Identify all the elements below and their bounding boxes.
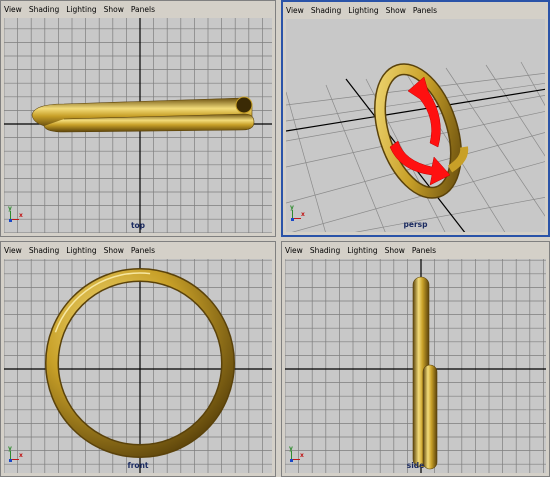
viewport-canvas[interactable]: y x persp: [286, 19, 545, 232]
menu-show[interactable]: Show: [104, 246, 124, 255]
axis-y-label: y: [290, 204, 294, 211]
axis-x-label: x: [301, 211, 305, 218]
axis-y-label: y: [289, 445, 293, 452]
menu-lighting[interactable]: Lighting: [348, 6, 378, 15]
menu-shading[interactable]: Shading: [29, 246, 59, 255]
axis-x-label: x: [19, 452, 23, 459]
scene-front: [4, 259, 272, 473]
viewport-canvas[interactable]: y x side: [285, 259, 546, 473]
axis-y-label: y: [8, 205, 12, 212]
torus-object: [412, 276, 438, 470]
menu-view[interactable]: View: [4, 5, 22, 14]
viewport-label: front: [127, 461, 149, 470]
axis-y-label: y: [8, 445, 12, 452]
menu-show[interactable]: Show: [385, 246, 405, 255]
viewport-menubar: View Shading Lighting Show Panels: [1, 242, 275, 259]
menu-lighting[interactable]: Lighting: [66, 246, 96, 255]
viewport-front[interactable]: View Shading Lighting Show Panels y x fr…: [0, 241, 276, 477]
viewport-canvas[interactable]: y x front: [4, 259, 272, 473]
scene-top: [4, 18, 272, 233]
menu-view[interactable]: View: [286, 6, 304, 15]
menu-panels[interactable]: Panels: [131, 246, 155, 255]
torus-object: [31, 96, 255, 133]
menu-panels[interactable]: Panels: [412, 246, 436, 255]
menu-shading[interactable]: Shading: [29, 5, 59, 14]
axis-x-label: x: [19, 212, 23, 219]
viewport-canvas[interactable]: y x top: [4, 18, 272, 233]
menu-view[interactable]: View: [4, 246, 22, 255]
menu-shading[interactable]: Shading: [310, 246, 340, 255]
scene-side: [285, 259, 546, 473]
menu-shading[interactable]: Shading: [311, 6, 341, 15]
scene-persp: [286, 61, 545, 232]
menu-panels[interactable]: Panels: [413, 6, 437, 15]
menu-panels[interactable]: Panels: [131, 5, 155, 14]
menu-show[interactable]: Show: [104, 5, 124, 14]
axis-x-label: x: [300, 452, 304, 459]
viewport-top[interactable]: View Shading Lighting Show Panels y x to…: [0, 0, 276, 237]
menu-lighting[interactable]: Lighting: [66, 5, 96, 14]
viewport-menubar: View Shading Lighting Show Panels: [1, 1, 275, 18]
viewport-persp[interactable]: View Shading Lighting Show Panels y x pe…: [281, 0, 550, 237]
viewport-menubar: View Shading Lighting Show Panels: [282, 242, 549, 259]
menu-view[interactable]: View: [285, 246, 303, 255]
viewport-menubar: View Shading Lighting Show Panels: [283, 2, 548, 19]
viewport-label: persp: [403, 220, 428, 229]
viewport-label: side: [406, 461, 425, 470]
menu-lighting[interactable]: Lighting: [347, 246, 377, 255]
menu-show[interactable]: Show: [386, 6, 406, 15]
viewport-label: top: [130, 221, 146, 230]
viewport-side[interactable]: View Shading Lighting Show Panels y x si…: [281, 241, 550, 477]
